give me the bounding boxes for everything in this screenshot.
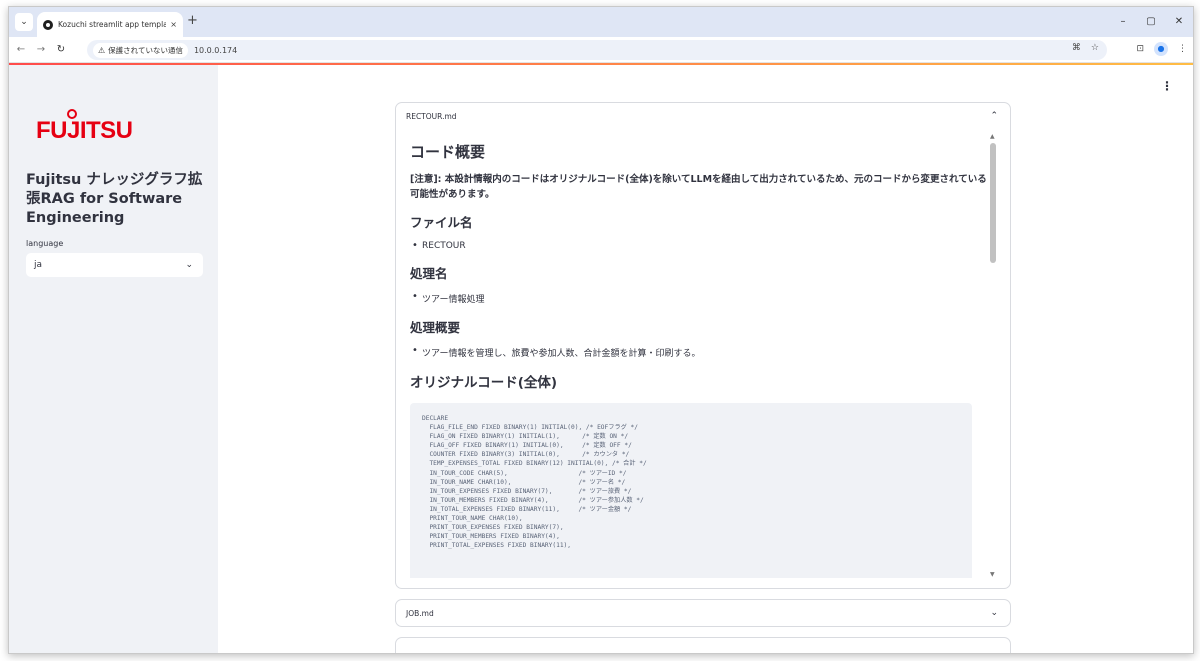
window-controls: – ▢ ✕ — [1109, 7, 1193, 37]
tab-close-icon[interactable]: × — [170, 20, 177, 29]
sidebar: FUJITSU Fujitsu ナレッジグラフ拡張RAG for Softwar… — [9, 65, 218, 653]
code-line: IN_TOUR_NAME CHAR(10), /* ツアー名 */ — [422, 478, 626, 486]
restore-button[interactable]: ▢ — [1137, 7, 1165, 37]
code-line: TEMP_EXPENSES_TOTAL FIXED BINARY(12) INI… — [422, 460, 647, 468]
original-code-heading: オリジナルコード(全体) — [410, 375, 558, 391]
file-name-list: RECTOUR — [410, 240, 988, 251]
file-name-heading: ファイル名 — [410, 215, 473, 230]
security-indicator[interactable]: ⚠ 保護されていない通信 — [93, 42, 188, 58]
scroll-up-icon[interactable]: ▲ — [990, 133, 995, 140]
reload-icon[interactable]: ↻ — [53, 44, 69, 55]
browser-window: ⌄ Kozuchi streamlit app template × + – ▢… — [8, 6, 1194, 654]
scroll-thumb[interactable] — [990, 143, 996, 263]
code-line: IN_TOUR_EXPENSES FIXED BINARY(7), /* ツアー… — [422, 487, 632, 495]
bookmark-star-icon[interactable]: ☆ — [1091, 43, 1099, 53]
warning-icon: ⚠ — [98, 45, 106, 55]
expander-job[interactable]: JOB.md ⌄ — [395, 599, 1011, 627]
expander-title: JOB.md — [406, 608, 434, 618]
forward-arrow-icon[interactable]: → — [33, 44, 49, 55]
code-line: DECLARE — [422, 415, 449, 422]
tab-title: Kozuchi streamlit app template — [58, 20, 167, 29]
back-arrow-icon[interactable]: ← — [13, 44, 29, 55]
list-item: RECTOUR — [410, 240, 988, 251]
language-label: language — [26, 239, 64, 248]
fujitsu-logo: FUJITSU — [36, 117, 133, 144]
new-tab-button[interactable]: + — [187, 14, 198, 28]
browser-menu-icon[interactable]: ⋮ — [1178, 44, 1187, 54]
list-item: ツアー情報を管理し、旅費や参加人数、合計金額を計算・印刷する。 — [410, 345, 988, 359]
minimize-button[interactable]: – — [1109, 7, 1137, 37]
browser-tab[interactable]: Kozuchi streamlit app template × — [37, 12, 183, 37]
language-selected-value: ja — [34, 260, 43, 270]
process-summary-list: ツアー情報を管理し、旅費や参加人数、合計金額を計算・印刷する。 — [410, 345, 988, 359]
code-block[interactable]: DECLARE FLAG_FILE_END FIXED BINARY(1) IN… — [410, 403, 972, 578]
process-name-list: ツアー情報処理 — [410, 291, 988, 305]
address-bar[interactable]: ⚠ 保護されていない通信 10.0.0.174 ⌘ ☆ — [87, 40, 1107, 60]
url-text[interactable]: 10.0.0.174 — [194, 46, 237, 55]
main-menu-icon[interactable]: ⋮ — [1161, 79, 1173, 93]
code-line: IN_TOTAL_EXPENSES FIXED BINARY(11), /* ツ… — [422, 505, 632, 513]
caution-note: [注意]: 本設計情報内のコードはオリジナルコード(全体)を除いてLLMを経由し… — [410, 174, 987, 200]
code-line: PRINT_TOTAL_EXPENSES FIXED BINARY(11), — [422, 542, 572, 550]
expander-title: RECTOUR.md — [406, 111, 457, 121]
app-title: Fujitsu ナレッジグラフ拡張RAG for Software Engine… — [26, 172, 203, 226]
omnibox-actions: ⌘ ☆ — [1072, 43, 1099, 53]
code-line: FLAG_FILE_END FIXED BINARY(1) INITIAL(0)… — [422, 424, 638, 432]
process-name-heading: 処理名 — [410, 266, 448, 281]
tab-strip: ⌄ Kozuchi streamlit app template × + – ▢… — [9, 7, 1193, 37]
expander-content: コード概要 [注意]: 本設計情報内のコードはオリジナルコード(全体)を除いてL… — [410, 133, 988, 578]
code-line: COUNTER FIXED BINARY(3) INITIAL(0), /* カ… — [422, 451, 630, 459]
code-line: FLAG_ON FIXED BINARY(1) INITIAL(1), /* 定… — [422, 433, 629, 441]
code-line: PRINT_TOUR_EXPENSES FIXED BINARY(7), — [422, 524, 564, 532]
profile-avatar-icon[interactable]: ● — [1154, 42, 1168, 56]
browser-toolbar: ← → ↻ ⚠ 保護されていない通信 10.0.0.174 ⌘ ☆ ⊡ ● ⋮ — [9, 37, 1193, 63]
code-line: PRINT_TOUR_MEMBERS FIXED BINARY(4), — [422, 533, 560, 541]
scroll-down-icon[interactable]: ▼ — [990, 571, 995, 578]
chevron-down-icon: ⌄ — [185, 260, 193, 270]
code-line: PRINT_TOUR_NAME CHAR(10), — [422, 515, 523, 523]
expander-next[interactable] — [395, 637, 1011, 653]
translate-icon[interactable]: ⌘ — [1072, 43, 1081, 53]
list-item: ツアー情報処理 — [410, 291, 988, 305]
language-select[interactable]: ja ⌄ — [26, 253, 203, 277]
security-label: 保護されていない通信 — [108, 45, 183, 55]
chevron-down-icon: ⌄ — [990, 608, 998, 618]
extensions-icon[interactable]: ⊡ — [1136, 44, 1144, 54]
toolbar-actions: ⊡ ● ⋮ — [1136, 42, 1187, 56]
tab-search-button[interactable]: ⌄ — [15, 13, 33, 31]
expander-header[interactable]: RECTOUR.md ⌃ — [396, 103, 1010, 129]
code-line: IN_TOUR_MEMBERS FIXED BINARY(4), /* ツアー参… — [422, 496, 644, 504]
close-window-button[interactable]: ✕ — [1165, 7, 1193, 37]
code-summary-heading: コード概要 — [410, 143, 486, 161]
content-scrollbar[interactable]: ▲ ▼ — [988, 133, 998, 578]
code-line: FLAG_OFF FIXED BINARY(1) INITIAL(0), /* … — [422, 442, 632, 450]
chevron-up-icon: ⌃ — [990, 111, 998, 121]
process-summary-heading: 処理概要 — [410, 320, 461, 335]
code-line: IN_TOUR_CODE CHAR(5), /* ツアーID */ — [422, 469, 627, 477]
expander-rectour: RECTOUR.md ⌃ コード概要 [注意]: 本設計情報内のコードはオリジナ… — [395, 102, 1011, 589]
streamlit-favicon-icon — [43, 19, 53, 30]
